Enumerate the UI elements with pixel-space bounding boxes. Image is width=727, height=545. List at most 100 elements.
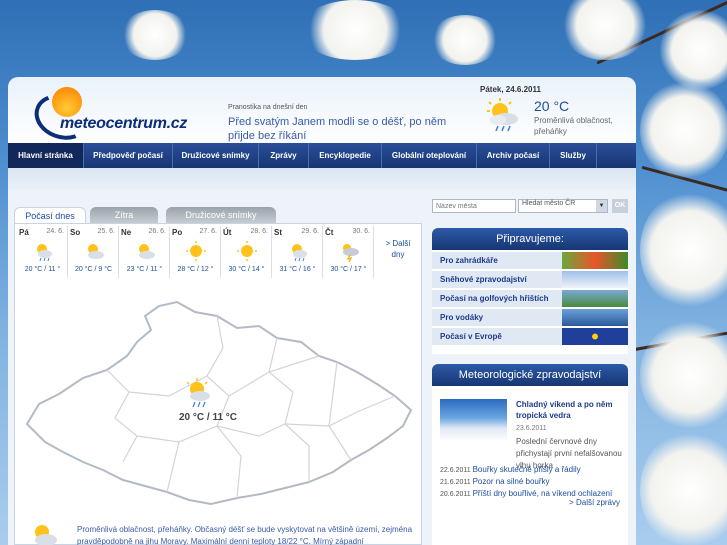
sun-cloud-icon: [88, 244, 104, 259]
news-item-date: 21.6.2011: [440, 479, 471, 486]
day-temp: 28 °C / 12 °: [177, 266, 214, 273]
day-forecast-strip: Pá 24. 6. 20 °C / 11 ° So 25. 6. 20 °C /…: [17, 226, 374, 278]
day-name: Ne: [121, 228, 132, 237]
nav-item-satellite[interactable]: Družicové snímky: [173, 143, 259, 168]
nav-item-forecast[interactable]: Předpověď počasí: [84, 143, 173, 168]
day-card[interactable]: Ne 26. 6. 23 °C / 11 °: [119, 226, 170, 278]
day-date: 28. 6.: [250, 228, 268, 235]
tab-tomorrow[interactable]: Zítra: [90, 207, 158, 223]
snow-image: [562, 271, 628, 288]
main-nav: Hlavní stránka Předpověď počasí Družicov…: [8, 143, 636, 168]
coming-soon-label: Počasí na golfových hřištích: [440, 294, 549, 303]
tab-satellite[interactable]: Družicové snímky: [166, 207, 276, 223]
europe-flag-image: [562, 328, 628, 345]
chevron-down-icon[interactable]: ▼: [596, 200, 607, 212]
day-card[interactable]: Čt 30. 6. 30 °C / 17 °: [323, 226, 374, 278]
sun-cloud-icon: [139, 244, 155, 259]
city-select-value: Hledat město ČR: [522, 200, 576, 207]
coming-soon-item[interactable]: Sněhové zpravodajství: [432, 271, 628, 289]
sun-cloud-rain-icon: [292, 244, 307, 262]
logo-text: meteocentrum.cz: [60, 115, 188, 132]
search-ok-button[interactable]: OK: [612, 199, 628, 213]
site-container: meteocentrum.cz Pranostika na dnešní den…: [8, 77, 636, 545]
tab-today[interactable]: Počasí dnes: [14, 207, 86, 223]
day-name: St: [274, 228, 282, 237]
news-item: 20.6.2011 Příští dny bouřlivé, na víkend…: [440, 489, 628, 498]
day-date: 25. 6.: [97, 228, 115, 235]
sun-icon: [237, 241, 257, 261]
more-days-link[interactable]: > Další dny: [379, 238, 417, 260]
coming-soon-item[interactable]: Pro vodáky: [432, 309, 628, 327]
nav-item-archive[interactable]: Archiv počasí: [477, 143, 550, 168]
city-select[interactable]: Hledat město ČR ▼: [518, 199, 608, 213]
coming-soon-title: Připravujeme:: [432, 228, 628, 250]
day-date: 29. 6.: [301, 228, 319, 235]
coming-soon-label: Počasí v Evropě: [440, 332, 502, 341]
day-date: 30. 6.: [352, 228, 370, 235]
day-card[interactable]: St 29. 6. 31 °C / 16 °: [272, 226, 323, 278]
day-name: Pá: [19, 228, 29, 237]
day-date: 26. 6.: [148, 228, 166, 235]
garden-image: [562, 252, 628, 269]
sun-cloud-rain-icon: [37, 244, 52, 262]
today-date: Pátek, 24.6.2011: [480, 85, 541, 94]
nav-subbar: [8, 168, 636, 190]
news-box: Meteorologické zpravodajství Chladný vík…: [432, 364, 628, 545]
day-card[interactable]: Po 27. 6. 28 °C / 12 °: [170, 226, 221, 278]
sun-cloud-rain-icon: [487, 98, 518, 132]
news-item-link[interactable]: Bouřky skutečně přišly a řádily: [473, 465, 581, 474]
day-date: 24. 6.: [46, 228, 64, 235]
czech-map-outline: [25, 300, 413, 506]
city-search-input[interactable]: [432, 199, 516, 213]
day-card[interactable]: Pá 24. 6. 20 °C / 11 °: [17, 226, 68, 278]
today-temperature: 20 °C: [534, 98, 570, 114]
weather-panel: Pá 24. 6. 20 °C / 11 ° So 25. 6. 20 °C /…: [14, 223, 422, 545]
coming-soon-item[interactable]: Počasí v Evropě: [432, 328, 628, 346]
nav-item-global-warming[interactable]: Globální oteplování: [382, 143, 477, 168]
czech-map[interactable]: 20 °C / 11 °C: [19, 286, 419, 514]
day-temp: 31 °C / 16 °: [279, 266, 316, 273]
day-temp: 30 °C / 14 °: [228, 266, 265, 273]
news-item-link[interactable]: Pozor na silné bouřky: [473, 477, 550, 486]
coming-soon-item[interactable]: Pro zahrádkáře: [432, 252, 628, 270]
coming-soon-label: Pro zahrádkáře: [440, 256, 498, 265]
day-temp: 20 °C / 11 °: [24, 266, 61, 273]
storm-icon: [343, 244, 359, 262]
day-card[interactable]: Út 28. 6. 30 °C / 14 °: [221, 226, 272, 278]
canoe-image: [562, 309, 628, 326]
main-content: Počasí dnes Zítra Družicové snímky Pá 24…: [8, 190, 636, 545]
day-name: Čt: [325, 228, 334, 237]
header: meteocentrum.cz Pranostika na dnešní den…: [8, 77, 636, 148]
site-logo[interactable]: meteocentrum.cz: [28, 85, 187, 148]
news-item-date: 20.6.2011: [440, 491, 471, 498]
nav-item-services[interactable]: Služby: [550, 143, 597, 168]
news-title: Meteorologické zpravodajství: [432, 364, 628, 386]
sun-cloud-rain-icon: [186, 378, 210, 408]
coming-soon-label: Pro vodáky: [440, 313, 484, 322]
coming-soon-box: Připravujeme: Pro zahrádkáře Sněhové zpr…: [432, 228, 628, 354]
coming-soon-item[interactable]: Počasí na golfových hřištích: [432, 290, 628, 308]
logo-sun-icon: [52, 87, 82, 117]
day-temp: 23 °C / 11 °: [126, 266, 163, 273]
news-image[interactable]: [440, 399, 507, 441]
news-featured-title[interactable]: Chladný víkend a po něm tropická vedra: [516, 399, 624, 421]
coming-soon-label: Sněhové zpravodajství: [440, 275, 527, 284]
golf-image: [562, 290, 628, 307]
day-temp: 20 °C / 9 °C: [74, 266, 113, 273]
nav-item-encyclopedia[interactable]: Encyklopedie: [309, 143, 382, 168]
nav-item-home[interactable]: Hlavní stránka: [8, 143, 84, 168]
news-item: 21.6.2011 Pozor na silné bouřky: [440, 477, 628, 486]
day-date: 27. 6.: [199, 228, 217, 235]
day-card[interactable]: So 25. 6. 20 °C / 9 °C: [68, 226, 119, 278]
forecast-text: Před svatým Janem modli se o déšť, po ně…: [228, 116, 447, 142]
sun-cloud-icon: [35, 525, 57, 545]
more-news-link[interactable]: > Další zprávy: [569, 498, 620, 507]
day-temp: 30 °C / 17 °: [330, 266, 367, 273]
day-name: Po: [172, 228, 183, 237]
news-item: 22.6.2011 Bouřky skutečně přišly a řádil…: [440, 465, 628, 474]
day-name: Út: [223, 228, 232, 237]
day-name: So: [70, 228, 81, 237]
news-item-link[interactable]: Příští dny bouřlivé, na víkend ochlazení: [473, 489, 613, 498]
nav-item-news[interactable]: Zprávy: [259, 143, 309, 168]
forecast-label: Pranostika na dnešní den: [228, 104, 308, 111]
